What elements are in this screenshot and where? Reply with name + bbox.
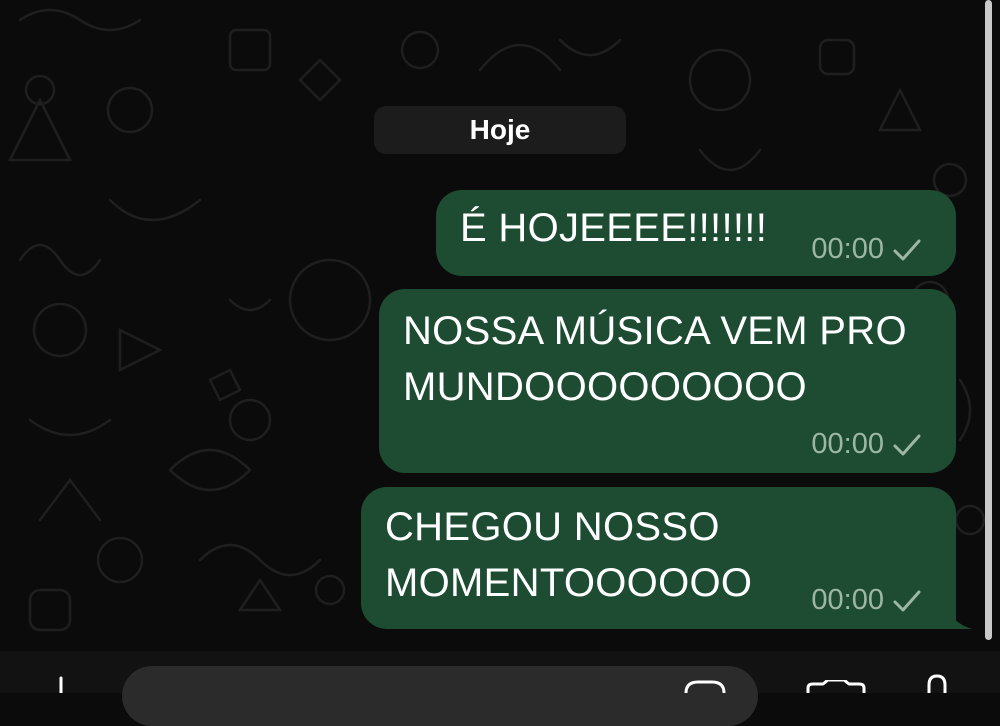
camera-icon[interactable] <box>804 680 868 693</box>
date-separator: Hoje <box>374 106 626 154</box>
message-bubble[interactable]: É HOJEEEE!!!!!!! 00:00 <box>436 190 956 276</box>
sent-check-icon <box>893 239 921 260</box>
sticker-icon[interactable] <box>682 680 728 693</box>
plus-icon[interactable] <box>44 672 78 693</box>
message-text-line: CHEGOU NOSSO <box>385 505 720 549</box>
microphone-icon[interactable] <box>922 674 952 693</box>
sent-check-icon <box>893 590 921 611</box>
message-time: 00:00 <box>811 233 884 265</box>
message-input[interactable] <box>122 666 758 726</box>
bubble-tail <box>946 605 972 629</box>
message-text: É HOJEEEE!!!!!!! <box>460 206 768 250</box>
sent-check-icon <box>893 434 921 455</box>
message-bubble[interactable]: CHEGOU NOSSO MOMENTOOOOOO 00:00 <box>361 487 956 629</box>
message-text-line: NOSSA MÚSICA VEM PRO <box>403 309 907 353</box>
scrollbar[interactable] <box>985 0 992 640</box>
message-time: 00:00 <box>811 584 884 616</box>
date-separator-label: Hoje <box>469 114 531 145</box>
message-bubble[interactable]: NOSSA MÚSICA VEM PRO MUNDOOOOOOOOO 00:00 <box>379 289 956 473</box>
message-text-line: MOMENTOOOOOO <box>385 561 753 605</box>
message-time: 00:00 <box>811 428 884 460</box>
message-text-line: MUNDOOOOOOOOO <box>403 365 807 409</box>
